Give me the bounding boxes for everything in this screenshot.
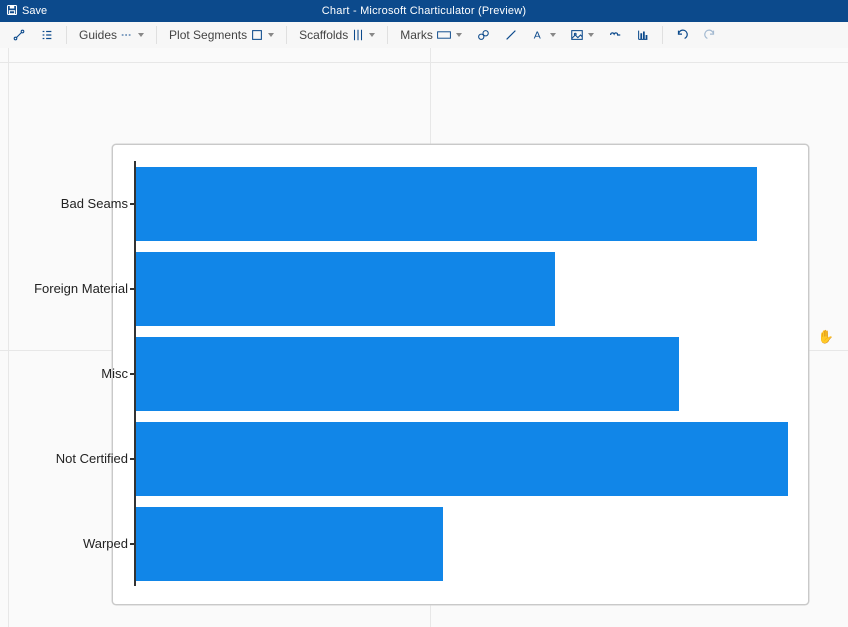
save-icon — [6, 4, 18, 19]
chevron-down-icon — [268, 33, 274, 37]
bar[interactable] — [136, 167, 757, 241]
plot-segments-menu[interactable]: Plot Segments — [165, 26, 278, 44]
bar[interactable] — [136, 422, 788, 496]
bar-label: Misc — [8, 367, 136, 380]
bar-label: Bad Seams — [8, 197, 136, 210]
separator — [286, 26, 287, 44]
link-tool[interactable] — [8, 26, 30, 44]
scaffolds-menu[interactable]: Scaffolds — [295, 26, 379, 44]
bar-row: Bad Seams — [136, 161, 788, 246]
bar[interactable] — [136, 337, 679, 411]
separator — [156, 26, 157, 44]
separator — [662, 26, 663, 44]
save-button[interactable]: Save — [6, 4, 47, 19]
chevron-down-icon — [138, 33, 144, 37]
grid-line — [0, 62, 848, 63]
save-label: Save — [22, 5, 47, 17]
canvas[interactable]: Bad SeamsForeign MaterialMiscNot Certifi… — [0, 48, 848, 627]
guides-menu[interactable]: Guides — [75, 26, 148, 44]
title-bar: Save Chart - Microsoft Charticulator (Pr… — [0, 0, 848, 22]
bar-row: Not Certified — [136, 416, 788, 501]
ribbon-toolbar: Guides Plot Segments Scaffolds Marks — [0, 22, 848, 49]
region-icon — [250, 28, 264, 42]
scaffold-icon — [351, 28, 365, 42]
plot-segments-label: Plot Segments — [169, 28, 247, 42]
marks-menu[interactable]: Marks — [396, 26, 466, 44]
guides-label: Guides — [79, 28, 117, 42]
axis-tick — [130, 543, 136, 545]
chevron-down-icon — [369, 33, 375, 37]
axis-tick — [130, 458, 136, 460]
line-tool[interactable] — [500, 26, 522, 44]
axis-tick — [130, 203, 136, 205]
bar-label: Foreign Material — [8, 282, 136, 295]
bar-label: Warped — [8, 537, 136, 550]
axis-tick — [130, 288, 136, 290]
bar-label: Not Certified — [8, 452, 136, 465]
text-tool[interactable]: A — [528, 26, 560, 44]
legend-tool[interactable] — [36, 26, 58, 44]
bar[interactable] — [136, 507, 443, 581]
undo-button[interactable] — [671, 26, 693, 44]
icon-tool[interactable] — [604, 26, 626, 44]
bar-row: Warped — [136, 501, 788, 586]
marks-label: Marks — [400, 28, 433, 42]
chevron-down-icon — [550, 33, 556, 37]
chart-frame[interactable]: Bad SeamsForeign MaterialMiscNot Certifi… — [112, 144, 809, 605]
data-axis-tool[interactable] — [632, 26, 654, 44]
scaffolds-label: Scaffolds — [299, 28, 348, 42]
separator — [387, 26, 388, 44]
bar-row: Misc — [136, 331, 788, 416]
guide-icon — [120, 28, 134, 42]
window-title: Chart - Microsoft Charticulator (Preview… — [322, 5, 526, 17]
bar[interactable] — [136, 252, 555, 326]
axis-tick — [130, 373, 136, 375]
separator — [66, 26, 67, 44]
svg-text:A: A — [534, 30, 541, 42]
plot-area: Bad SeamsForeign MaterialMiscNot Certifi… — [134, 161, 788, 586]
bar-row: Foreign Material — [136, 246, 788, 331]
pan-cursor-icon: ✋ — [818, 329, 834, 345]
image-tool[interactable] — [566, 26, 598, 44]
symbol-tool[interactable] — [472, 26, 494, 44]
chevron-down-icon — [456, 33, 462, 37]
chevron-down-icon — [588, 33, 594, 37]
redo-button[interactable] — [699, 26, 721, 44]
rect-mark-icon — [436, 29, 452, 41]
